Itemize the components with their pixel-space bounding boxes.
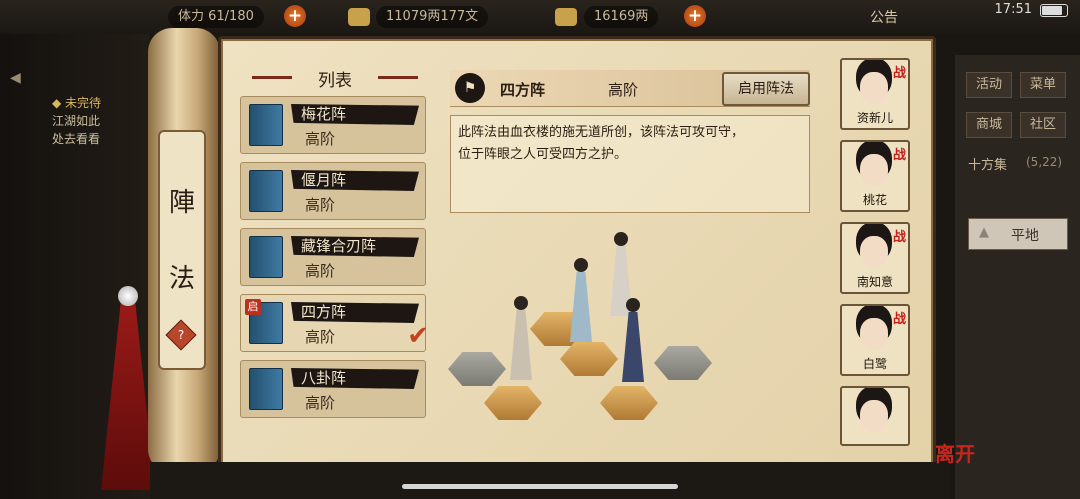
stamina-counter: 体力 61/180: [168, 6, 264, 28]
avatar: [860, 236, 888, 268]
avatar: [860, 318, 888, 350]
formation-name: 四方阵: [291, 302, 419, 323]
detail-name: 四方阵: [500, 81, 546, 99]
description-line: 位于阵眼之人可受四方之护。: [458, 147, 628, 162]
member-portrait[interactable]: 战南知意: [840, 222, 910, 294]
mountain-icon: ▲: [979, 225, 989, 240]
header-ornament: [378, 76, 418, 79]
location-name: 十方集: [968, 158, 1008, 173]
quest-tracker[interactable]: ◆ 未完待 江湖如此 处去看看: [52, 94, 101, 148]
member-name: 桃花: [862, 193, 887, 207]
avatar: [860, 72, 888, 104]
manual-book-icon: [249, 170, 283, 212]
formation-name: 藏锋合刃阵: [291, 236, 419, 257]
avatar: [860, 154, 888, 186]
community-button[interactable]: 社区: [1020, 112, 1066, 138]
terrain-label: 平地: [1011, 228, 1039, 244]
description-text: 此阵法由血衣楼的施无道所创，该阵法可攻可守， 位于阵眼之人可受四方之护。: [458, 122, 798, 166]
list-item-meihua[interactable]: 梅花阵 高阶: [240, 96, 426, 154]
collapse-arrow-icon[interactable]: ◀: [10, 70, 21, 86]
manual-book-icon: [249, 236, 283, 278]
silver-counter: 11079两177文: [376, 6, 489, 28]
quest-line: 处去看看: [52, 132, 101, 146]
manual-book-icon: [249, 104, 283, 146]
formation-character: [506, 296, 536, 386]
active-badge: 启: [245, 299, 261, 315]
formation-name: 八卦阵: [291, 368, 419, 389]
formation-name: 梅花阵: [291, 104, 419, 125]
bottom-menu-bar: [150, 462, 950, 499]
battle-tag: 战: [892, 66, 906, 81]
silver-icon: [348, 8, 370, 26]
tab-char: 法: [168, 264, 195, 294]
add-gold-button[interactable]: +: [684, 5, 706, 27]
menu-button[interactable]: 菜单: [1020, 72, 1066, 98]
leave-button[interactable]: 离开: [935, 438, 975, 467]
member-name: 南知意: [856, 275, 893, 289]
member-portrait[interactable]: 战白鹭: [840, 304, 910, 376]
formation-level: 高阶: [305, 394, 336, 412]
shop-button[interactable]: 商城: [966, 112, 1012, 138]
member-portrait[interactable]: 战桃花: [840, 140, 910, 212]
battle-tag: 战: [892, 148, 906, 163]
member-portrait[interactable]: [840, 386, 910, 446]
member-name: 白鹭: [862, 357, 887, 371]
scroll-bead: [118, 286, 138, 306]
selected-check-icon: ✔: [407, 321, 429, 351]
member-portrait[interactable]: 战资新儿: [840, 58, 910, 130]
gold-counter: 16169两: [584, 6, 659, 28]
home-indicator: [402, 484, 678, 489]
activity-button[interactable]: 活动: [966, 72, 1012, 98]
enable-formation-button[interactable]: 启用阵法: [722, 72, 810, 106]
tab-char: 陣: [168, 188, 195, 218]
status-time: 17:51: [994, 2, 1032, 17]
list-item-sifang[interactable]: 启 四方阵 高阶 ✔: [240, 294, 429, 352]
quest-title: ◆ 未完待: [52, 96, 102, 110]
list-item-yanyue[interactable]: 偃月阵 高阶: [240, 162, 426, 220]
detail-level: 高阶: [608, 81, 639, 99]
avatar: [860, 400, 888, 432]
battle-tag: 战: [892, 230, 906, 245]
formation-name: 偃月阵: [291, 170, 419, 191]
formation-level: 高阶: [305, 262, 336, 280]
description-line: 此阵法由血衣楼的施无道所创，该阵法可攻可守，: [458, 125, 745, 140]
list-item-cangfeng[interactable]: 藏锋合刃阵 高阶: [240, 228, 426, 286]
formation-character: [618, 298, 648, 388]
notice-button[interactable]: 公告: [870, 7, 898, 27]
gold-icon: [555, 8, 577, 26]
manual-book-icon: [249, 368, 283, 410]
add-stamina-button[interactable]: +: [284, 5, 306, 27]
list-item-bagua[interactable]: 八卦阵 高阶: [240, 360, 426, 418]
battery-icon: [1040, 4, 1068, 17]
formation-level: 高阶: [305, 130, 336, 148]
terrain-box: ▲ 平地: [968, 218, 1068, 250]
member-name: 资新儿: [856, 111, 893, 125]
formation-level: 高阶: [305, 328, 336, 346]
formation-character: [566, 258, 596, 348]
location-coords: (5,22): [1026, 155, 1063, 169]
flag-icon: ⚑: [455, 73, 485, 103]
formation-level: 高阶: [305, 196, 336, 214]
quest-line: 江湖如此: [52, 114, 101, 128]
help-icon: ?: [177, 328, 185, 342]
battle-tag: 战: [892, 312, 906, 327]
